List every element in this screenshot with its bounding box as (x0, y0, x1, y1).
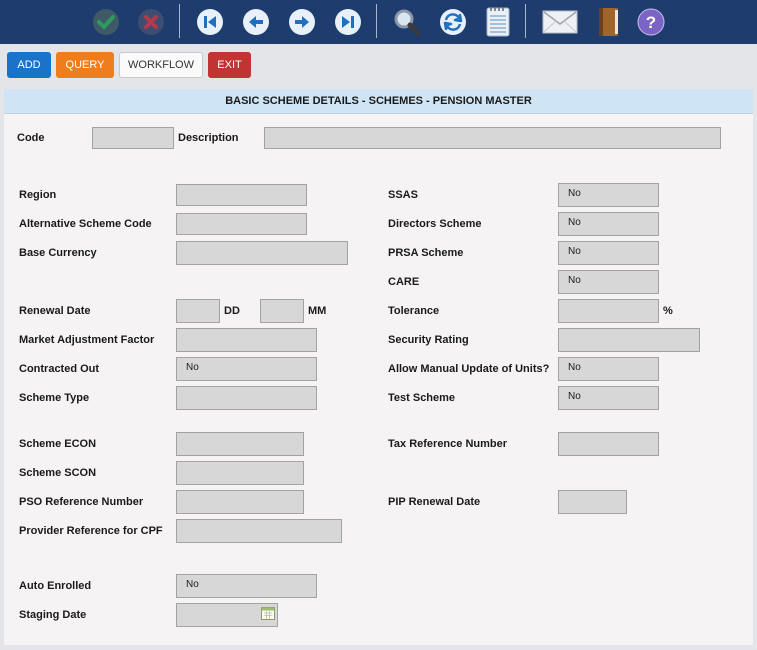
scheme-type-select[interactable] (176, 386, 317, 410)
tolerance-label: Tolerance (388, 305, 440, 317)
staging-date-label: Staging Date (19, 609, 87, 621)
ssas-label: SSAS (388, 189, 418, 201)
add-button[interactable]: ADD (7, 52, 51, 78)
contracted-out-label: Contracted Out (19, 363, 100, 375)
workflow-button[interactable]: WORKFLOW (119, 52, 203, 78)
calendar-icon[interactable] (261, 607, 275, 620)
tax-ref-label: Tax Reference Number (388, 438, 508, 450)
provider-ref-label: Provider Reference for CPF (19, 525, 163, 537)
book-icon[interactable] (590, 4, 626, 40)
directors-scheme-label: Directors Scheme (388, 218, 482, 230)
scheme-type-label: Scheme Type (19, 392, 90, 404)
renewal-month-input[interactable] (260, 299, 304, 323)
notepad-icon[interactable] (480, 4, 516, 40)
description-input[interactable] (264, 127, 721, 149)
pso-ref-input[interactable] (176, 490, 304, 514)
pip-renewal-date-label: PIP Renewal Date (388, 496, 481, 508)
test-scheme-label: Test Scheme (388, 392, 456, 404)
first-record-icon[interactable] (192, 4, 228, 40)
alt-scheme-code-input[interactable] (176, 213, 307, 235)
tax-ref-input[interactable] (558, 432, 659, 456)
scheme-econ-label: Scheme ECON (19, 438, 97, 450)
auto-enrolled-select[interactable]: No (176, 574, 317, 598)
security-rating-select[interactable] (558, 328, 700, 352)
toolbar-divider (179, 4, 180, 38)
main-toolbar: ? (0, 0, 757, 44)
scheme-scon-label: Scheme SCON (19, 467, 97, 479)
pso-ref-label: PSO Reference Number (19, 496, 144, 508)
query-button[interactable]: QUERY (56, 52, 114, 78)
scheme-scon-input[interactable] (176, 461, 304, 485)
ssas-select[interactable]: No (558, 183, 659, 207)
refresh-icon[interactable] (435, 4, 471, 40)
market-adj-label: Market Adjustment Factor (19, 334, 155, 346)
cancel-icon[interactable] (133, 4, 169, 40)
help-icon-glyph: ? (646, 13, 656, 32)
help-icon[interactable]: ? (633, 4, 669, 40)
next-record-icon[interactable] (284, 4, 320, 40)
code-label: Code (17, 132, 45, 144)
pip-renewal-date-input[interactable] (558, 490, 627, 514)
mm-label: MM (308, 305, 327, 317)
mail-icon[interactable] (540, 4, 580, 40)
renewal-day-input[interactable] (176, 299, 220, 323)
toolbar-divider (525, 4, 526, 38)
search-icon[interactable] (389, 4, 425, 40)
last-record-icon[interactable] (330, 4, 366, 40)
renewal-date-label: Renewal Date (19, 305, 91, 317)
directors-scheme-select[interactable]: No (558, 212, 659, 236)
previous-record-icon[interactable] (238, 4, 274, 40)
tolerance-input[interactable] (558, 299, 659, 323)
security-rating-label: Security Rating (388, 334, 469, 346)
market-adj-input[interactable] (176, 328, 317, 352)
prsa-scheme-label: PRSA Scheme (388, 247, 464, 259)
scheme-details-panel: BASIC SCHEME DETAILS - SCHEMES - PENSION… (4, 89, 753, 645)
scheme-econ-input[interactable] (176, 432, 304, 456)
panel-title: BASIC SCHEME DETAILS - SCHEMES - PENSION… (4, 89, 753, 114)
dd-label: DD (224, 305, 240, 317)
alt-scheme-code-label: Alternative Scheme Code (19, 218, 152, 230)
exit-button[interactable]: EXIT (208, 52, 251, 78)
code-input[interactable] (92, 127, 174, 149)
region-label: Region (19, 189, 57, 201)
description-label: Description (178, 132, 239, 144)
allow-manual-update-label: Allow Manual Update of Units? (388, 363, 550, 375)
checkmark-icon[interactable] (88, 4, 124, 40)
contracted-out-select[interactable]: No (176, 357, 317, 381)
region-input[interactable] (176, 184, 307, 206)
base-currency-label: Base Currency (19, 247, 97, 259)
care-select[interactable]: No (558, 270, 659, 294)
percent-label: % (663, 305, 673, 317)
auto-enrolled-label: Auto Enrolled (19, 580, 92, 592)
care-label: CARE (388, 276, 420, 288)
prsa-scheme-select[interactable]: No (558, 241, 659, 265)
test-scheme-select[interactable]: No (558, 386, 659, 410)
provider-ref-input[interactable] (176, 519, 342, 543)
toolbar-divider (376, 4, 377, 38)
base-currency-select[interactable] (176, 241, 348, 265)
allow-manual-update-select[interactable]: No (558, 357, 659, 381)
